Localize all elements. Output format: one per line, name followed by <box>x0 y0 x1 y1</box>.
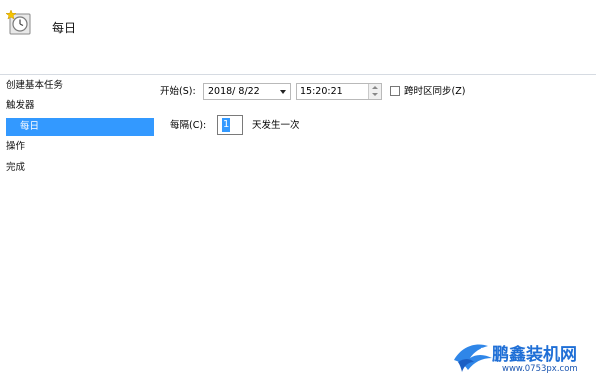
spinner-down-icon[interactable] <box>372 93 378 96</box>
watermark-title: 鹏鑫装机网 <box>492 345 577 365</box>
page-title: 每日 <box>52 21 77 35</box>
sidebar-item-create-basic-task[interactable]: 创建基本任务 <box>0 77 63 95</box>
task-clock-icon <box>6 10 31 35</box>
start-label: 开始(S): <box>160 86 196 97</box>
recur-days-value: 1 <box>222 118 231 132</box>
start-date-value: 2018/ 8/22 <box>208 86 260 97</box>
sidebar-item-label: 每日 <box>20 121 40 132</box>
time-spinner[interactable] <box>368 84 381 99</box>
watermark-url: www.0753px.com <box>502 364 578 374</box>
sidebar-item-finish[interactable]: 完成 <box>0 159 25 177</box>
sidebar-item-label: 创建基本任务 <box>6 80 64 91</box>
sidebar-item-label: 完成 <box>6 162 26 173</box>
recur-days-input[interactable]: 1 <box>217 115 243 135</box>
start-time-value: 15:20:21 <box>300 86 343 97</box>
wizard-steps-sidebar: 创建基本任务 触发器 每日 操作 完成 <box>0 75 155 382</box>
recur-label: 每隔(C): <box>170 120 207 131</box>
sync-timezone-checkbox[interactable] <box>390 86 400 96</box>
spinner-up-icon[interactable] <box>372 86 378 89</box>
wizard-header: 每日 <box>0 0 596 75</box>
start-date-picker[interactable]: 2018/ 8/22 <box>203 83 291 100</box>
sync-timezone-label: 跨时区同步(Z) <box>404 86 466 97</box>
sidebar-item-daily[interactable]: 每日 <box>6 118 154 136</box>
sidebar-item-trigger[interactable]: 触发器 <box>0 97 35 115</box>
sidebar-item-action[interactable]: 操作 <box>0 138 25 156</box>
sidebar-item-label: 操作 <box>6 141 26 152</box>
trigger-settings-panel: 开始(S): 2018/ 8/22 15:20:21 跨时区同步(Z) 每隔(C… <box>155 75 596 382</box>
sidebar-item-label: 触发器 <box>6 100 35 111</box>
site-watermark: 鹏鑫装机网 www.0753px.com <box>452 338 596 382</box>
task-wizard-window: 每日 创建基本任务 触发器 每日 操作 完成 开始(S): 2018/ 8/22… <box>0 0 596 382</box>
recur-suffix-label: 天发生一次 <box>252 120 300 131</box>
start-time-input[interactable]: 15:20:21 <box>296 83 382 100</box>
chevron-down-icon[interactable] <box>280 90 286 94</box>
bird-logo-icon <box>454 344 492 372</box>
